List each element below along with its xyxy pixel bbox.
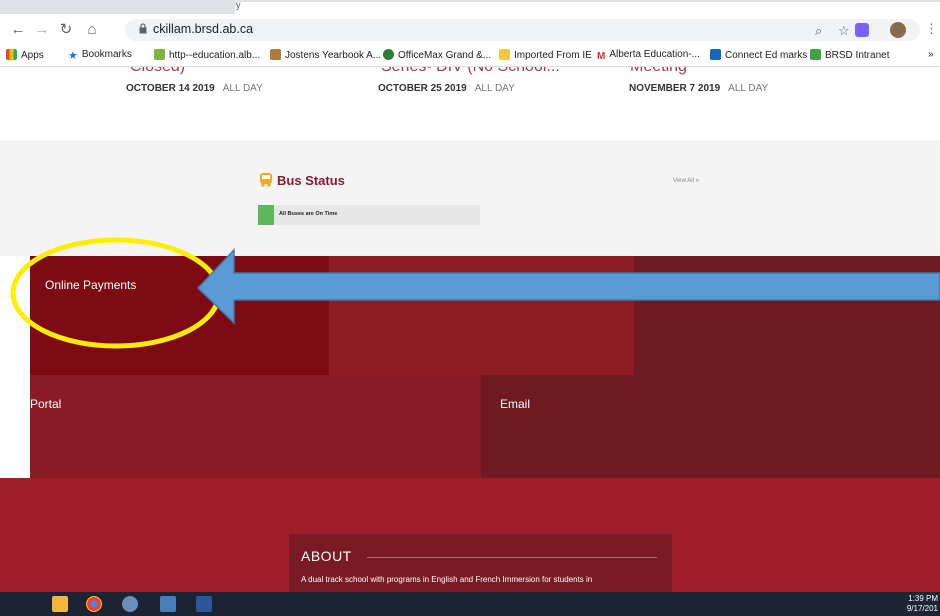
status-ok-indicator: [258, 205, 274, 225]
bus-status-title: Bus Status: [277, 173, 345, 188]
address-bar[interactable]: ckillam.brsd.ab.ca ⌕ ☆: [125, 19, 920, 41]
apps-grid-icon: [6, 49, 17, 60]
tab-strip: y: [0, 0, 940, 14]
officemax-favicon-icon: [383, 49, 394, 60]
bookmark-apps[interactable]: Apps: [6, 49, 44, 61]
zoom-icon[interactable]: ⌕: [815, 23, 822, 39]
portal-label: Portal: [30, 397, 62, 411]
online-payments-tile[interactable]: Online Payments: [30, 256, 329, 375]
left-gutter: [0, 256, 30, 476]
event-date: NOVEMBER 7 2019 ALL DAY: [629, 83, 769, 94]
bus-status-text: All Buses are On Time: [279, 211, 338, 217]
link-tile[interactable]: [634, 256, 940, 375]
tab-title: y: [236, 0, 241, 10]
bus-status-section: Bus Status View All » All Buses are On T…: [0, 140, 940, 256]
event-date: OCTOBER 25 2019 ALL DAY: [378, 83, 515, 94]
online-payments-label: Online Payments: [45, 278, 137, 292]
app-icon[interactable]: [122, 596, 138, 612]
star-icon[interactable]: ☆: [838, 23, 850, 39]
intranet-favicon-icon: [810, 49, 821, 60]
bookmark-jostens[interactable]: Jostens Yearbook A...: [270, 49, 381, 61]
active-tab[interactable]: [235, 2, 940, 14]
education-favicon-icon: [154, 49, 165, 60]
system-clock[interactable]: 1:39 PM 9/17/201: [907, 594, 938, 614]
profile-avatar[interactable]: [890, 22, 906, 38]
forward-icon[interactable]: →: [32, 20, 52, 40]
bus-icon: [260, 173, 272, 187]
portal-tile[interactable]: Portal: [30, 375, 481, 478]
event-title[interactable]: Closed): [130, 67, 185, 76]
events-strip: Closed) OCTOBER 14 2019ALL DAY Series- D…: [0, 67, 940, 140]
view-all-link[interactable]: View All »: [673, 178, 699, 184]
event-title[interactable]: Series- DIV (No School...: [381, 67, 560, 76]
gmail-icon: M: [597, 51, 606, 62]
connect-ed-favicon-icon: [710, 49, 721, 60]
chrome-icon[interactable]: [86, 596, 102, 612]
jostens-favicon-icon: [270, 49, 281, 60]
bus-status-bar: All Buses are On Time: [258, 205, 480, 225]
windows-taskbar: 1:39 PM 9/17/201: [0, 592, 940, 616]
email-tile[interactable]: Email: [481, 375, 940, 478]
browser-toolbar: ← → ↻ ⌂ ckillam.brsd.ab.ca ⌕ ☆ ⋮: [0, 14, 940, 46]
email-label: Email: [500, 397, 531, 411]
home-icon[interactable]: ⌂: [82, 20, 102, 40]
bookmark-connect-ed[interactable]: Connect Ed marks: [710, 49, 807, 61]
bookmark-alberta[interactable]: M Alberta Education-...: [597, 49, 700, 62]
event-date: OCTOBER 14 2019 ALL DAY: [126, 83, 263, 94]
bookmarks-overflow[interactable]: »: [928, 49, 934, 60]
about-box: ABOUT A dual track school with programs …: [289, 534, 672, 592]
about-divider: [367, 557, 657, 558]
network-app-icon[interactable]: [160, 596, 176, 612]
bookmark-bookmarks[interactable]: ★ Bookmarks: [68, 49, 132, 62]
url-text: ckillam.brsd.ab.ca: [153, 22, 254, 36]
menu-kebab-icon[interactable]: ⋮: [925, 21, 938, 37]
page-content: Closed) OCTOBER 14 2019ALL DAY Series- D…: [0, 67, 940, 592]
event-title[interactable]: Meeting: [630, 67, 687, 76]
file-explorer-icon[interactable]: [52, 596, 68, 612]
bookmark-brsd-intranet[interactable]: BRSD Intranet: [810, 49, 889, 61]
about-text: A dual track school with programs in Eng…: [301, 575, 593, 584]
star-bookmark-icon: ★: [68, 50, 78, 62]
about-title: ABOUT: [301, 548, 352, 564]
bookmark-education[interactable]: http--education.alb...: [154, 49, 260, 61]
folder-icon: [499, 49, 510, 60]
back-icon[interactable]: ←: [8, 20, 28, 40]
lock-icon: [139, 23, 147, 34]
bookmark-officemax[interactable]: OfficeMax Grand &...: [383, 49, 491, 61]
bookmarks-bar: Apps ★ Bookmarks http--education.alb... J…: [0, 46, 940, 67]
bookmark-imported[interactable]: Imported From IE: [499, 49, 592, 61]
extension-icon[interactable]: [855, 23, 869, 37]
link-tile[interactable]: [329, 256, 634, 375]
word-icon[interactable]: [196, 596, 212, 612]
reload-icon[interactable]: ↻: [56, 20, 76, 40]
